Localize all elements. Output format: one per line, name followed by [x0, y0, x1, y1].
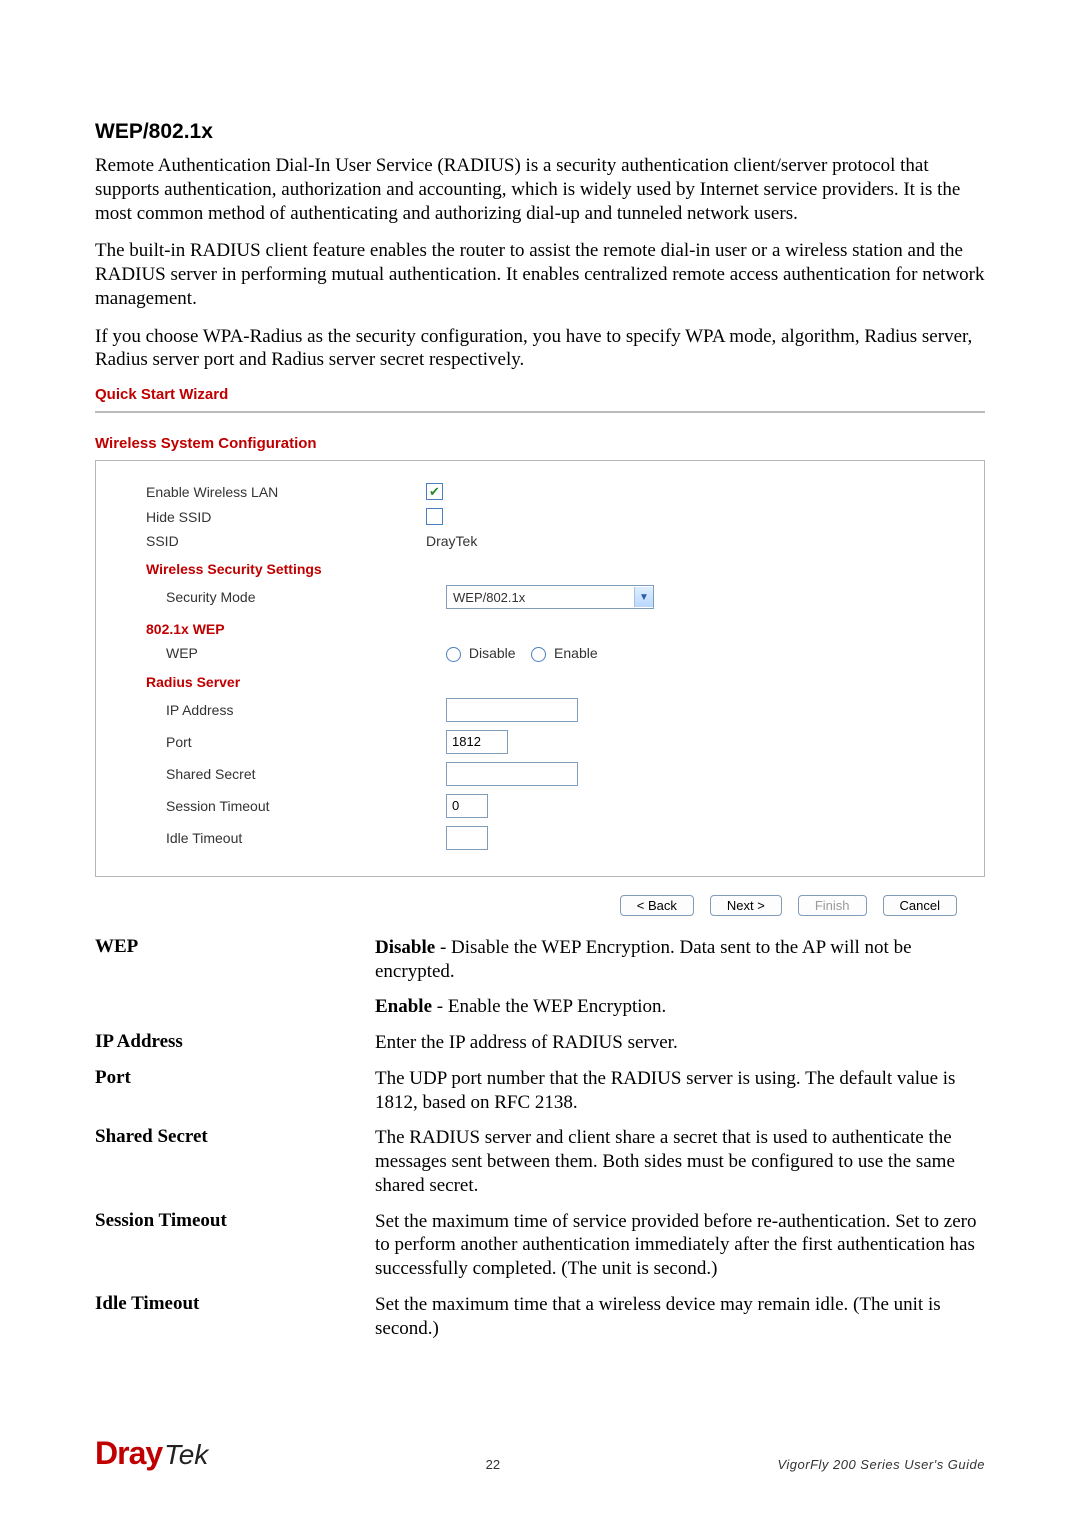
port-label: Port	[126, 734, 446, 750]
idle-label: Idle Timeout	[126, 830, 446, 846]
def-idle-body: Set the maximum time that a wireless dev…	[375, 1293, 985, 1341]
intro-para-2: The built-in RADIUS client feature enabl…	[95, 239, 985, 310]
section-title: WEP/802.1x	[95, 120, 985, 144]
def-ip-body: Enter the IP address of RADIUS server.	[375, 1031, 985, 1055]
def-port-term: Port	[95, 1067, 375, 1115]
wizard-button-bar: < Back Next > Finish Cancel	[95, 895, 985, 916]
cancel-button[interactable]: Cancel	[883, 895, 957, 916]
brand-logo: DrayTek	[95, 1435, 208, 1472]
wep-enable-radio[interactable]	[531, 647, 546, 662]
next-button[interactable]: Next >	[710, 895, 782, 916]
def-session-body: Set the maximum time of service provided…	[375, 1210, 985, 1281]
def-empty-term	[95, 995, 375, 1019]
wep-label: WEP	[126, 645, 446, 661]
security-mode-value: WEP/802.1x	[453, 590, 525, 605]
def-wep-term: WEP	[95, 936, 375, 984]
brand-tek: Tek	[164, 1439, 208, 1470]
intro-para-1: Remote Authentication Dial-In User Servi…	[95, 154, 985, 225]
wizard-title: Quick Start Wizard	[95, 386, 985, 403]
security-mode-select[interactable]: WEP/802.1x ▼	[446, 585, 654, 609]
page-number: 22	[486, 1457, 500, 1472]
def-ip-term: IP Address	[95, 1031, 375, 1055]
wep-disable-radio[interactable]	[446, 647, 461, 662]
def-wep-disable-text: - Disable the WEP Encryption. Data sent …	[375, 937, 912, 982]
ssid-value: DrayTek	[426, 533, 477, 549]
session-input[interactable]: 0	[446, 794, 488, 818]
def-secret-term: Shared Secret	[95, 1126, 375, 1197]
hide-ssid-checkbox[interactable]	[426, 508, 443, 525]
port-input[interactable]: 1812	[446, 730, 508, 754]
page-footer: DrayTek 22 VigorFly 200 Series User's Gu…	[95, 1435, 985, 1472]
wep-disable-text: Disable	[469, 645, 516, 661]
session-label: Session Timeout	[126, 798, 446, 814]
brand-dray: Dray	[95, 1435, 162, 1471]
definition-list: WEP Disable - Disable the WEP Encryption…	[95, 936, 985, 1341]
wep-heading: 802.1x WEP	[126, 613, 954, 641]
ip-input[interactable]	[446, 698, 578, 722]
def-secret-body: The RADIUS server and client share a sec…	[375, 1126, 985, 1197]
def-port-body: The UDP port number that the RADIUS serv…	[375, 1067, 985, 1115]
enable-wlan-label: Enable Wireless LAN	[126, 484, 426, 500]
chevron-down-icon: ▼	[634, 587, 653, 607]
wireless-config-panel: Enable Wireless LAN ✔ Hide SSID SSID Dra…	[95, 460, 985, 877]
hide-ssid-label: Hide SSID	[126, 509, 426, 525]
ip-label: IP Address	[126, 702, 446, 718]
def-idle-term: Idle Timeout	[95, 1293, 375, 1341]
def-wep-disable-bold: Disable	[375, 937, 435, 958]
intro-para-3: If you choose WPA-Radius as the security…	[95, 325, 985, 373]
security-mode-label: Security Mode	[126, 589, 446, 605]
enable-wlan-checkbox[interactable]: ✔	[426, 483, 443, 500]
radius-heading: Radius Server	[126, 666, 954, 694]
back-button[interactable]: < Back	[620, 895, 694, 916]
def-wep-body1: Disable - Disable the WEP Encryption. Da…	[375, 936, 985, 984]
ssid-label: SSID	[126, 533, 426, 549]
def-session-term: Session Timeout	[95, 1210, 375, 1281]
def-wep-enable-bold: Enable	[375, 996, 432, 1017]
def-wep-body2: Enable - Enable the WEP Encryption.	[375, 995, 985, 1019]
idle-input[interactable]	[446, 826, 488, 850]
def-wep-enable-text: - Enable the WEP Encryption.	[432, 996, 666, 1017]
security-settings-heading: Wireless Security Settings	[126, 553, 954, 581]
wizard-rule	[95, 411, 985, 413]
secret-label: Shared Secret	[126, 766, 446, 782]
guide-title: VigorFly 200 Series User's Guide	[777, 1457, 985, 1472]
wep-enable-text: Enable	[554, 645, 598, 661]
secret-input[interactable]	[446, 762, 578, 786]
finish-button: Finish	[798, 895, 867, 916]
panel-title: Wireless System Configuration	[95, 435, 985, 452]
